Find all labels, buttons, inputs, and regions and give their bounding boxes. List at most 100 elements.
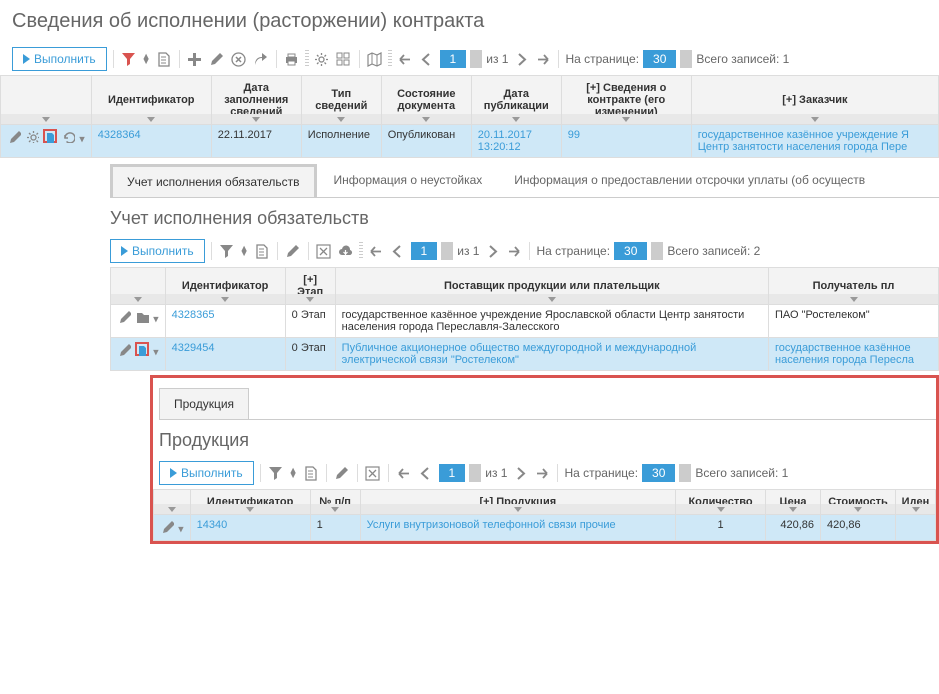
col-product[interactable]: [+] Продукция (360, 490, 675, 515)
page-number[interactable]: 1 (439, 464, 466, 482)
prev-page-icon[interactable] (417, 464, 435, 482)
per-page-value[interactable]: 30 (643, 50, 676, 68)
edit-row-icon[interactable] (160, 519, 174, 533)
table-row[interactable]: ▾ 4328364 22.11.2017 Исполнение Опублико… (1, 125, 939, 158)
document-icon[interactable] (253, 242, 271, 260)
first-page-icon[interactable] (395, 464, 413, 482)
edit-row-icon[interactable] (117, 342, 131, 356)
table-row[interactable]: ▾ 4329454 0 Этап Публичное акционерное о… (111, 338, 939, 371)
next-page-icon[interactable] (512, 50, 530, 68)
excel-icon[interactable] (364, 464, 382, 482)
settings-icon[interactable] (313, 50, 331, 68)
cell-id[interactable]: 4328365 (172, 309, 215, 321)
filter-icon[interactable] (218, 242, 236, 260)
next-page-icon[interactable] (511, 464, 529, 482)
sort-toggle[interactable]: ▲▼ (240, 246, 249, 256)
cell-cost: 420,86 (821, 515, 896, 541)
execute-button[interactable]: Выполнить (110, 239, 205, 263)
col-id[interactable]: Идентификатор (190, 490, 310, 515)
per-page-value[interactable]: 30 (642, 464, 675, 482)
cell-supplier: государственное казённое учреждение Ярос… (335, 305, 768, 338)
col-type[interactable]: Тип сведений (301, 76, 381, 125)
table-row[interactable]: ▾ 14340 1 Услуги внутризоновой телефонно… (154, 515, 936, 541)
next-page-icon[interactable] (483, 242, 501, 260)
folder-icon[interactable] (135, 309, 149, 323)
prev-page-icon[interactable] (418, 50, 436, 68)
filter-icon[interactable] (267, 464, 285, 482)
first-page-icon[interactable] (367, 242, 385, 260)
gear-row-icon[interactable] (25, 129, 39, 143)
total-records-label: Всего записей: 1 (696, 52, 789, 66)
cell-recipient: ПАО "Ростелеком" (769, 305, 939, 338)
col-price[interactable]: Цена (766, 490, 821, 515)
document-icon[interactable] (155, 50, 173, 68)
edit-icon[interactable] (333, 464, 351, 482)
col-doc-state[interactable]: Состояние документа (381, 76, 471, 125)
edit-row-icon[interactable] (117, 309, 131, 323)
col-ident[interactable]: Иден (896, 490, 936, 515)
reload-row-icon[interactable] (61, 129, 75, 143)
edit-row-icon[interactable] (7, 129, 21, 143)
filter-icon[interactable] (120, 50, 138, 68)
col-contract-info[interactable]: [+] Сведения о контракте (его изменении) (561, 76, 691, 125)
execute-button[interactable]: Выполнить (12, 47, 107, 71)
col-supplier[interactable]: Поставщик продукции или плательщик (335, 268, 768, 305)
col-pub-date[interactable]: Дата публикации (471, 76, 561, 125)
document-icon[interactable] (302, 464, 320, 482)
first-page-icon[interactable] (396, 50, 414, 68)
execute-label: Выполнить (181, 466, 243, 480)
last-page-icon[interactable] (533, 464, 551, 482)
export-icon[interactable] (252, 50, 270, 68)
tab-deferment[interactable]: Информация о предоставлении отсрочки упл… (499, 164, 880, 197)
section-title: Учет исполнения обязательств (110, 198, 939, 235)
table-row[interactable]: ▾ 4328365 0 Этап государственное казённо… (111, 305, 939, 338)
col-recipient[interactable]: Получатель пл (769, 268, 939, 305)
per-page-label: На странице: (564, 466, 638, 480)
delete-icon[interactable] (230, 50, 248, 68)
sort-toggle[interactable]: ▲▼ (142, 54, 151, 64)
page-number[interactable]: 1 (440, 50, 467, 68)
tabs: Учет исполнения обязательств Информация … (110, 164, 939, 198)
cell-id[interactable]: 4329454 (172, 342, 215, 354)
cell-customer[interactable]: государственное казённое учреждение Я Це… (698, 129, 909, 153)
col-id[interactable]: Идентификатор (91, 76, 211, 125)
per-page-value[interactable]: 30 (614, 242, 647, 260)
download-icon[interactable] (337, 242, 355, 260)
cell-product[interactable]: Услуги внутризоновой телефонной связи пр… (367, 519, 616, 531)
grid-icon[interactable] (335, 50, 353, 68)
col-cost[interactable]: Стоимость (821, 490, 896, 515)
cell-supplier[interactable]: Публичное акционерное общество междугоро… (342, 342, 697, 366)
play-icon (121, 246, 128, 256)
play-icon (23, 54, 30, 64)
cell-recipient[interactable]: государственное казённое населения город… (775, 342, 914, 366)
col-qty[interactable]: Количество (676, 490, 766, 515)
page-number[interactable]: 1 (411, 242, 438, 260)
sort-toggle[interactable]: ▲▼ (289, 468, 298, 478)
excel-icon[interactable] (315, 242, 333, 260)
cell-contract-info[interactable]: 99 (568, 129, 580, 141)
col-fill-date[interactable]: Дата заполнения сведений (211, 76, 301, 125)
col-stage[interactable]: [+] Этап (285, 268, 335, 305)
tab-penalties[interactable]: Информация о неустойках (319, 164, 498, 197)
tab-products[interactable]: Продукция (159, 388, 249, 419)
nested-section: Учет исполнения обязательств Информация … (110, 164, 939, 544)
cell-pub-date[interactable]: 20.11.2017 13:20:12 (478, 129, 532, 153)
edit-icon[interactable] (284, 242, 302, 260)
execute-button[interactable]: Выполнить (159, 461, 254, 485)
cell-id[interactable]: 4328364 (98, 129, 141, 141)
map-icon[interactable] (366, 50, 384, 68)
col-num[interactable]: № п/п (310, 490, 360, 515)
col-customer[interactable]: [+] Заказчик (691, 76, 938, 125)
prev-page-icon[interactable] (389, 242, 407, 260)
col-id[interactable]: Идентификатор (165, 268, 285, 305)
add-icon[interactable] (186, 50, 204, 68)
print-icon[interactable] (283, 50, 301, 68)
folder-open-icon[interactable] (135, 342, 149, 356)
last-page-icon[interactable] (505, 242, 523, 260)
folder-open-icon[interactable] (43, 129, 57, 143)
edit-icon[interactable] (208, 50, 226, 68)
total-records-label: Всего записей: 2 (667, 244, 760, 258)
last-page-icon[interactable] (534, 50, 552, 68)
cell-id[interactable]: 14340 (197, 519, 228, 531)
tab-obligations[interactable]: Учет исполнения обязательств (110, 164, 317, 197)
